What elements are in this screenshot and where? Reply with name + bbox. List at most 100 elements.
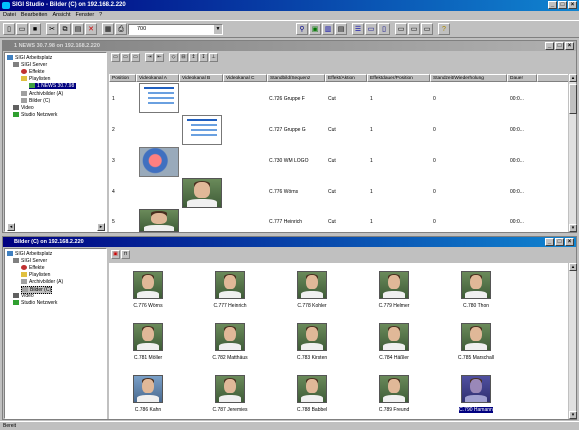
thumbnail-image[interactable] <box>379 323 409 351</box>
open-icon[interactable]: ▭ <box>16 23 28 35</box>
minimize-button[interactable]: _ <box>548 1 557 9</box>
playlist-maximize-button[interactable]: □ <box>555 42 564 50</box>
playlist-tool-3-icon[interactable]: ▭ <box>131 53 140 62</box>
playlist-tool-6-icon[interactable]: ◇ <box>169 53 178 62</box>
thumbnail-image-selected[interactable] <box>461 375 491 403</box>
images-maximize-button[interactable]: □ <box>555 238 564 246</box>
tree-node-archive[interactable]: Archivbilder (A) <box>21 279 63 285</box>
tree-node-images[interactable]: Bilder (C) <box>21 98 50 104</box>
copy-icon[interactable]: ⧉ <box>59 23 71 35</box>
tile-horizontal-icon[interactable]: ▭ <box>365 23 377 35</box>
playlist-tool-5-icon[interactable]: ⇤ <box>155 53 164 62</box>
playlist-tool-10-icon[interactable]: ⊥ <box>209 53 218 62</box>
clip-thumbnail-photo[interactable] <box>182 178 222 208</box>
playlist-tool-8-icon[interactable]: ↥ <box>189 53 198 62</box>
tree-node-news-playlist[interactable]: 1 NEWS 30.7.98 <box>29 83 77 89</box>
clip-thumbnail-photo[interactable] <box>139 209 179 232</box>
menu-datei[interactable]: Datei <box>3 11 16 19</box>
images-vertical-scrollbar[interactable]: ▴ ▾ <box>568 263 577 419</box>
window-2-icon[interactable]: ▭ <box>408 23 420 35</box>
column-header[interactable]: Standbild/Sequenz <box>267 74 325 82</box>
scroll-up-button[interactable]: ▴ <box>569 263 577 271</box>
clip-thumbnail-logo[interactable] <box>139 147 179 177</box>
scroll-down-button[interactable]: ▾ <box>569 224 577 232</box>
window-3-icon[interactable]: ▭ <box>421 23 433 35</box>
playlist-tool-9-icon[interactable]: ↧ <box>199 53 208 62</box>
menu-fenster[interactable]: Fenster <box>76 11 95 19</box>
playlist-tool-7-icon[interactable]: ⊟ <box>179 53 188 62</box>
tree-scroll-right-button[interactable]: ▸ <box>97 223 105 231</box>
new-icon[interactable]: ▯ <box>3 23 15 35</box>
images-window-title[interactable]: Bilder (C) on 192.168.2.220 <box>3 237 576 247</box>
large-icons-view-icon[interactable]: ▥ <box>322 23 334 35</box>
column-header[interactable]: Standzeit/Wiederholung <box>430 74 507 82</box>
playlist-minimize-button[interactable]: _ <box>545 42 554 50</box>
small-icons-view-icon[interactable]: ▤ <box>335 23 347 35</box>
thumbnail-image[interactable] <box>133 375 163 403</box>
delete-icon[interactable]: ✕ <box>85 23 97 35</box>
tree-node-workplace[interactable]: SIGI Arbeitsplatz <box>7 251 52 257</box>
tree-node-network[interactable]: Studio Netzwerk <box>13 112 57 118</box>
playlist-vertical-scrollbar[interactable]: ▴ ▾ <box>568 74 577 232</box>
thumbnail-image[interactable] <box>379 375 409 403</box>
column-header[interactable]: Effektdauer/Position <box>367 74 430 82</box>
playlist-window-title[interactable]: 1 NEWS 30.7.98 on 192.168.2.220 <box>3 41 576 51</box>
tree-node-network[interactable]: Studio Netzwerk <box>13 300 57 306</box>
column-header[interactable]: Videokanal C <box>223 74 267 82</box>
tree-node-video[interactable]: Video <box>13 105 34 111</box>
menu-help[interactable]: ? <box>99 11 102 19</box>
tree-node-workplace[interactable]: SIGI Arbeitsplatz <box>7 55 52 61</box>
help-icon[interactable]: ? <box>438 23 450 35</box>
zoom-select[interactable]: 700 <box>128 23 223 35</box>
tree-node-effects[interactable]: Effekte <box>21 265 44 271</box>
tree-node-archive[interactable]: Archivbilder (A) <box>21 91 63 97</box>
playlist-tool-1-icon[interactable]: ▭ <box>111 53 120 62</box>
close-button[interactable]: × <box>568 1 577 9</box>
tree-node-video[interactable]: Video <box>13 293 34 299</box>
menu-ansicht[interactable]: Ansicht <box>52 11 70 19</box>
tree-node-server[interactable]: SIGI Server <box>13 258 47 264</box>
thumbnail-image[interactable] <box>379 271 409 299</box>
scroll-up-button[interactable]: ▴ <box>569 74 577 82</box>
image-icon[interactable]: ▣ <box>309 23 321 35</box>
thumbnail-image[interactable] <box>297 323 327 351</box>
cut-icon[interactable]: ✂ <box>46 23 58 35</box>
print-icon[interactable]: ⎙ <box>115 23 127 35</box>
column-header[interactable]: Videokanal B <box>179 74 223 82</box>
column-header[interactable]: Position <box>109 74 136 82</box>
image-tool-2-icon[interactable]: ⊓ <box>121 250 130 259</box>
scroll-thumb[interactable] <box>569 84 577 114</box>
playlist-tool-2-icon[interactable]: ▭ <box>121 53 130 62</box>
tree-node-effects[interactable]: Effekte <box>21 69 44 75</box>
maximize-button[interactable]: □ <box>558 1 567 9</box>
image-tool-1-icon[interactable]: ▣ <box>111 250 120 259</box>
tree-node-playlists[interactable]: Playlisten <box>21 272 50 278</box>
tree-node-playlists[interactable]: Playlisten <box>21 76 50 82</box>
thumbnail-image[interactable] <box>215 271 245 299</box>
thumbnail-image[interactable] <box>297 375 327 403</box>
playlist-tool-4-icon[interactable]: ⇥ <box>145 53 154 62</box>
scroll-down-button[interactable]: ▾ <box>569 411 577 419</box>
find-icon[interactable]: ⚲ <box>296 23 308 35</box>
tree-scroll-left-button[interactable]: ◂ <box>7 223 15 231</box>
thumbnail-image[interactable] <box>297 271 327 299</box>
properties-icon[interactable]: ▦ <box>102 23 114 35</box>
images-close-button[interactable]: × <box>565 238 574 246</box>
tree-node-server[interactable]: SIGI Server <box>13 62 47 68</box>
clip-thumbnail[interactable] <box>182 115 222 145</box>
thumbnail-image[interactable] <box>215 323 245 351</box>
save-icon[interactable]: ■ <box>29 23 41 35</box>
column-header[interactable]: Videokanal A <box>136 74 179 82</box>
thumbnail-image[interactable] <box>461 271 491 299</box>
thumbnail-image[interactable] <box>461 323 491 351</box>
tile-vertical-icon[interactable]: ▯ <box>378 23 390 35</box>
playlist-close-button[interactable]: × <box>565 42 574 50</box>
menu-bearbeiten[interactable]: Bearbeiten <box>21 11 48 19</box>
column-header[interactable]: Dauer <box>507 74 537 82</box>
thumbnail-image[interactable] <box>133 271 163 299</box>
thumbnail-image[interactable] <box>133 323 163 351</box>
paste-icon[interactable]: ▤ <box>72 23 84 35</box>
thumbnail-image[interactable] <box>215 375 245 403</box>
list-view-icon[interactable]: ☰ <box>352 23 364 35</box>
images-minimize-button[interactable]: _ <box>545 238 554 246</box>
